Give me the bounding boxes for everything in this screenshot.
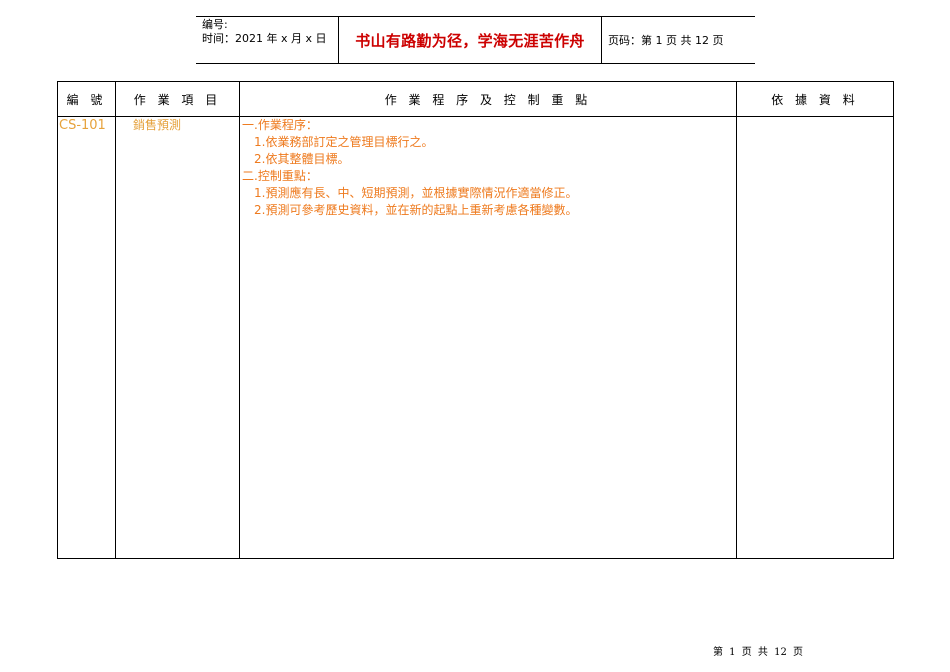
row-code: CS-101 bbox=[59, 118, 106, 133]
procedure-table: 編 號 作 業 項 目 作 業 程 序 及 控 制 重 點 依 據 資 料 CS… bbox=[57, 81, 894, 559]
procedure-line: 1.依業務部訂定之管理目標行之。 bbox=[254, 135, 434, 149]
control-section-heading: 二.控制重點： bbox=[242, 169, 318, 183]
column-divider bbox=[736, 82, 737, 558]
column-header-code: 編 號 bbox=[66, 92, 107, 107]
code-label: 编号: bbox=[202, 18, 228, 31]
procedure-section-heading: 一.作業程序： bbox=[242, 118, 318, 132]
page-header: 编号: 时间：2021 年 x 月 x 日 书山有路勤为径，学海无涯苦作舟 页码… bbox=[196, 16, 755, 64]
procedure-line: 2.依其整體目標。 bbox=[254, 152, 350, 166]
time-label: 时间：2021 年 x 月 x 日 bbox=[202, 32, 327, 45]
column-divider bbox=[115, 82, 116, 558]
header-meta: 编号: 时间：2021 年 x 月 x 日 bbox=[202, 18, 338, 46]
row-item: 銷售預測 bbox=[133, 118, 182, 132]
motto-cell: 书山有路勤为径，学海无涯苦作舟 bbox=[338, 16, 602, 64]
column-divider bbox=[239, 82, 240, 558]
control-line: 2.預測可參考歷史資料，並在新的起點上重新考慮各種變數。 bbox=[254, 203, 578, 217]
column-header-procedure: 作 業 程 序 及 控 制 重 點 bbox=[384, 92, 592, 107]
column-header-item: 作 業 項 目 bbox=[133, 92, 222, 107]
motto-text: 书山有路勤为径，学海无涯苦作舟 bbox=[355, 31, 585, 50]
control-line: 1.預測應有長、中、短期預測，並根據實際情況作適當修正。 bbox=[254, 186, 578, 200]
column-header-reference: 依 據 資 料 bbox=[771, 92, 859, 107]
page-info: 页码：第 1 页 共 12 页 bbox=[608, 34, 724, 47]
row-procedure-content: 一.作業程序： 1.依業務部訂定之管理目標行之。 2.依其整體目標。 二.控制重… bbox=[242, 117, 577, 219]
footer-page-number: 第 1 页 共 12 页 bbox=[713, 647, 803, 658]
